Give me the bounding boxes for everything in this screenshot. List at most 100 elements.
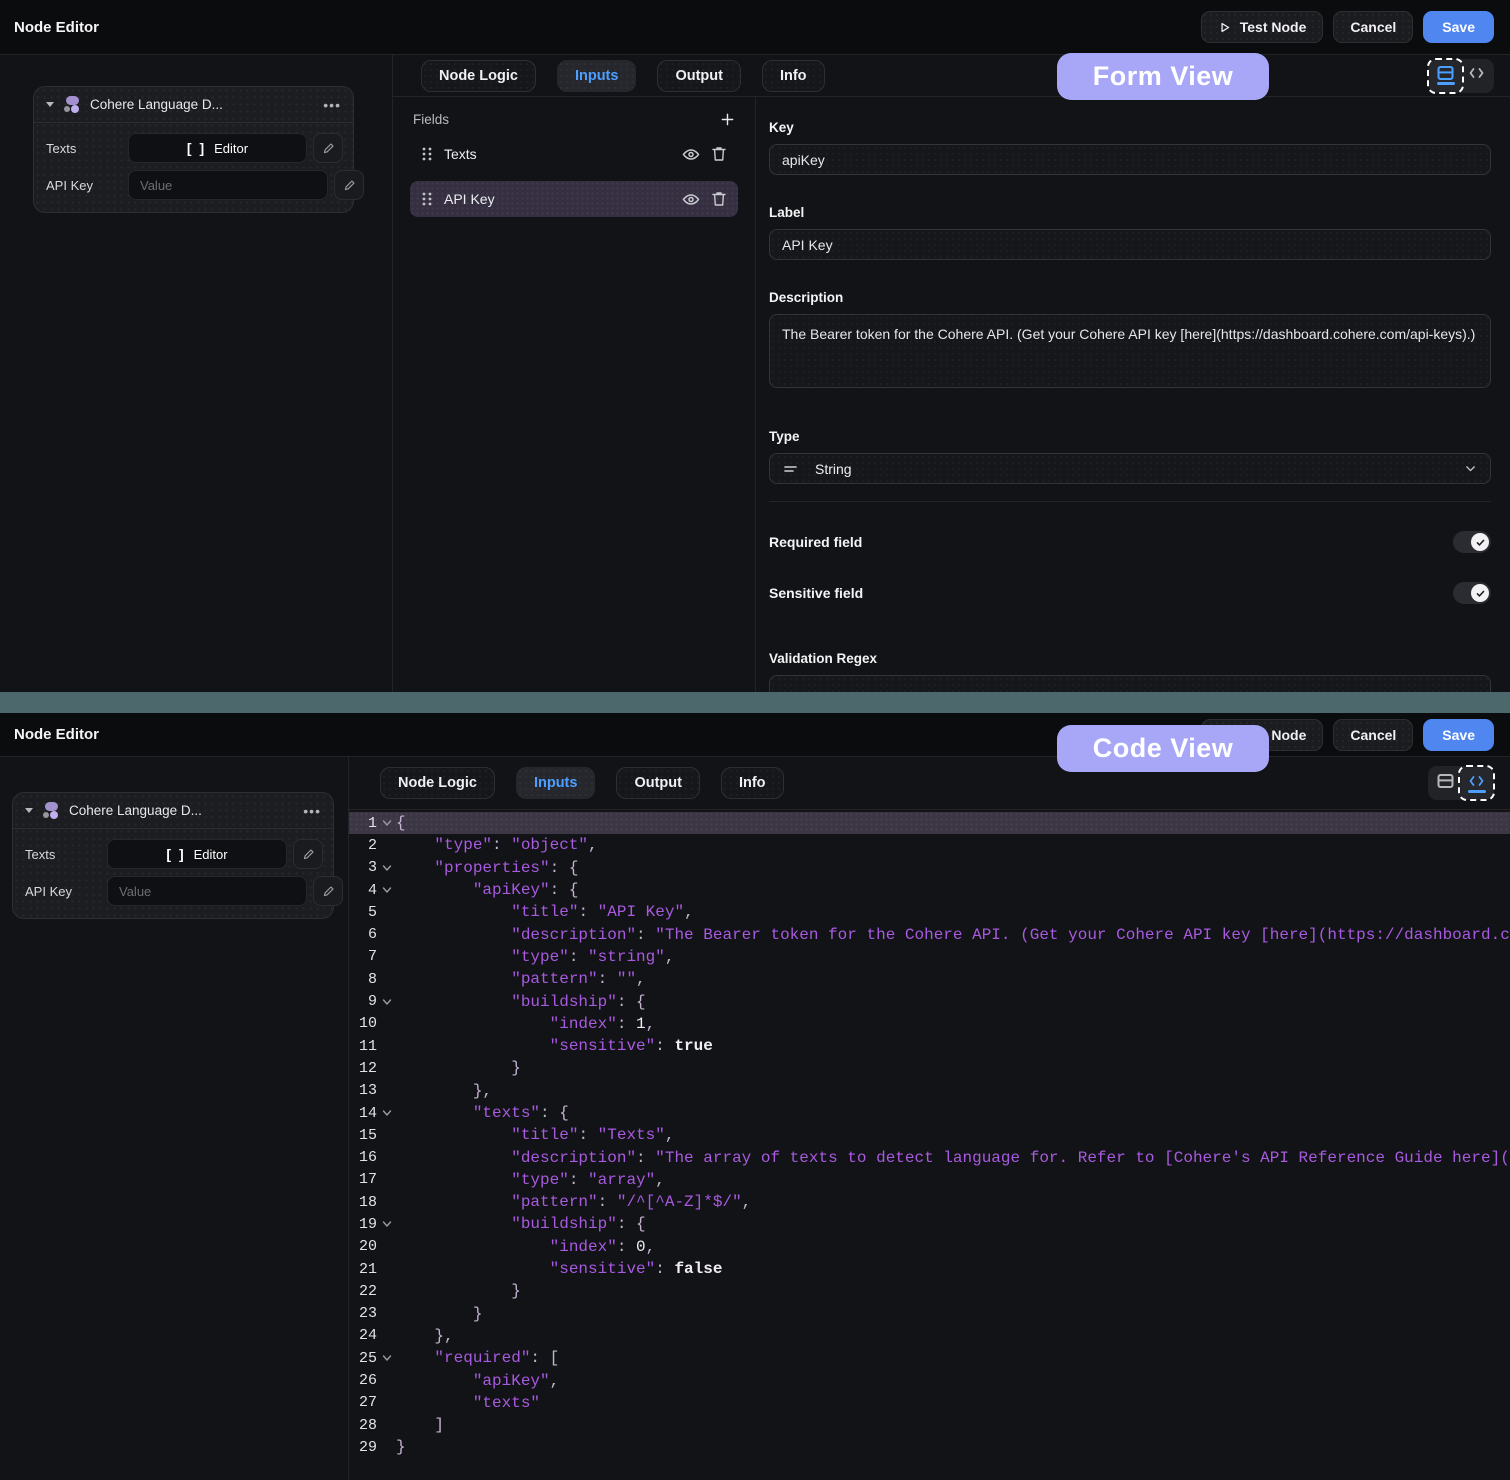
form-view-toggle-button[interactable] bbox=[1430, 61, 1461, 91]
code-line[interactable]: 29} bbox=[349, 1436, 1510, 1458]
form-view-icon bbox=[1437, 66, 1454, 80]
sensitive-field-toggle[interactable] bbox=[1453, 582, 1491, 604]
eye-icon[interactable] bbox=[682, 192, 700, 207]
tab-info[interactable]: Info bbox=[762, 60, 825, 92]
type-select[interactable]: String bbox=[769, 453, 1491, 484]
line-number: 8 bbox=[349, 971, 377, 988]
tab-inputs[interactable]: Inputs bbox=[516, 767, 596, 799]
code-view-toggle-button[interactable] bbox=[1461, 61, 1492, 91]
node-card[interactable]: Cohere Language D...•••Texts[ ]EditorAPI… bbox=[33, 86, 354, 213]
label-input[interactable] bbox=[769, 229, 1491, 260]
fold-chevron-icon[interactable] bbox=[377, 998, 396, 1006]
code-line[interactable]: 24 }, bbox=[349, 1325, 1510, 1347]
cohere-logo-icon bbox=[41, 802, 61, 820]
code-line[interactable]: 4 "apiKey": { bbox=[349, 879, 1510, 901]
node-field-row: Texts[ ]Editor bbox=[46, 133, 343, 163]
code-line[interactable]: 3 "properties": { bbox=[349, 857, 1510, 879]
code-line[interactable]: 10 "index": 1, bbox=[349, 1013, 1510, 1035]
edit-field-button[interactable] bbox=[293, 839, 323, 869]
code-line[interactable]: 18 "pattern": "/^[^A-Z]*$/", bbox=[349, 1191, 1510, 1213]
tab-output[interactable]: Output bbox=[616, 767, 700, 799]
fold-chevron-icon[interactable] bbox=[377, 819, 396, 827]
header: Node Editor Test Node Cancel Save bbox=[0, 0, 1510, 55]
fold-chevron-icon[interactable] bbox=[377, 864, 396, 872]
tab-output[interactable]: Output bbox=[657, 60, 741, 92]
code-line[interactable]: 2 "type": "object", bbox=[349, 834, 1510, 856]
validation-regex-input[interactable] bbox=[769, 675, 1491, 692]
form-view-toggle-button[interactable] bbox=[1430, 768, 1461, 798]
code-line[interactable]: 15 "title": "Texts", bbox=[349, 1124, 1510, 1146]
test-node-button[interactable]: Test Node bbox=[1201, 11, 1324, 43]
fold-chevron-icon[interactable] bbox=[377, 1354, 396, 1362]
description-input[interactable]: The Bearer token for the Cohere API. (Ge… bbox=[769, 314, 1491, 388]
code-line[interactable]: 27 "texts" bbox=[349, 1392, 1510, 1414]
code-line[interactable]: 26 "apiKey", bbox=[349, 1369, 1510, 1391]
code-line[interactable]: 13 }, bbox=[349, 1080, 1510, 1102]
code-line[interactable]: 23 } bbox=[349, 1303, 1510, 1325]
sensitive-field-label: Sensitive field bbox=[769, 585, 863, 601]
cancel-button[interactable]: Cancel bbox=[1333, 11, 1413, 43]
drag-handle-icon[interactable] bbox=[422, 192, 432, 206]
code-view-toggle-button[interactable] bbox=[1461, 768, 1492, 798]
pane-resize-divider[interactable] bbox=[0, 692, 1510, 713]
save-button[interactable]: Save bbox=[1423, 11, 1494, 43]
field-item-label: Texts bbox=[444, 146, 670, 162]
add-field-button[interactable] bbox=[720, 112, 735, 127]
code-line[interactable]: 14 "texts": { bbox=[349, 1102, 1510, 1124]
node-field-row: API Key bbox=[25, 876, 323, 906]
tab-inputs[interactable]: Inputs bbox=[557, 60, 637, 92]
trash-icon[interactable] bbox=[712, 191, 726, 207]
caret-down-icon[interactable] bbox=[25, 808, 33, 813]
eye-icon[interactable] bbox=[682, 147, 700, 162]
line-number: 18 bbox=[349, 1194, 377, 1211]
fold-chevron-icon[interactable] bbox=[377, 886, 396, 894]
code-line[interactable]: 6 "description": "The Bearer token for t… bbox=[349, 923, 1510, 945]
json-code-editor[interactable]: 1{2 "type": "object",3 "properties": {4 … bbox=[349, 810, 1510, 1480]
texts-editor-button[interactable]: [ ]Editor bbox=[107, 839, 287, 869]
code-line[interactable]: 8 "pattern": "", bbox=[349, 968, 1510, 990]
code-line[interactable]: 9 "buildship": { bbox=[349, 990, 1510, 1012]
node-editor-code-view-pane: Node Editor Test Node Cancel Save Cohere… bbox=[0, 713, 1510, 1480]
code-line[interactable]: 5 "title": "API Key", bbox=[349, 901, 1510, 923]
tab-node-logic[interactable]: Node Logic bbox=[380, 767, 495, 799]
edit-field-button[interactable] bbox=[313, 133, 343, 163]
code-line[interactable]: 21 "sensitive": false bbox=[349, 1258, 1510, 1280]
line-number: 9 bbox=[349, 993, 377, 1010]
code-line[interactable]: 22 } bbox=[349, 1280, 1510, 1302]
edit-field-button[interactable] bbox=[334, 170, 364, 200]
code-line[interactable]: 12 } bbox=[349, 1057, 1510, 1079]
edit-field-button[interactable] bbox=[313, 876, 343, 906]
code-line[interactable]: 17 "type": "array", bbox=[349, 1169, 1510, 1191]
field-list-item-api-key[interactable]: API Key bbox=[410, 181, 738, 217]
code-line[interactable]: 19 "buildship": { bbox=[349, 1213, 1510, 1235]
key-input[interactable] bbox=[769, 144, 1491, 175]
texts-editor-button[interactable]: [ ]Editor bbox=[128, 133, 307, 163]
caret-down-icon[interactable] bbox=[46, 102, 54, 107]
fold-chevron-icon[interactable] bbox=[377, 1220, 396, 1228]
ellipsis-menu-icon[interactable]: ••• bbox=[323, 97, 341, 113]
node-field-label: Texts bbox=[46, 141, 128, 156]
api-key-value-input[interactable] bbox=[128, 170, 328, 200]
tab-info[interactable]: Info bbox=[721, 767, 784, 799]
trash-icon[interactable] bbox=[712, 146, 726, 162]
code-line[interactable]: 11 "sensitive": true bbox=[349, 1035, 1510, 1057]
save-button[interactable]: Save bbox=[1423, 719, 1494, 751]
line-number: 7 bbox=[349, 948, 377, 965]
tab-node-logic[interactable]: Node Logic bbox=[421, 60, 536, 92]
code-line[interactable]: 1{ bbox=[349, 812, 1510, 834]
code-line[interactable]: 7 "type": "string", bbox=[349, 946, 1510, 968]
line-number: 13 bbox=[349, 1082, 377, 1099]
code-line[interactable]: 25 "required": [ bbox=[349, 1347, 1510, 1369]
required-field-toggle[interactable] bbox=[1453, 531, 1491, 553]
code-line[interactable]: 28 ] bbox=[349, 1414, 1510, 1436]
ellipsis-menu-icon[interactable]: ••• bbox=[303, 803, 321, 819]
api-key-value-input[interactable] bbox=[107, 876, 307, 906]
drag-handle-icon[interactable] bbox=[422, 147, 432, 161]
code-line[interactable]: 16 "description": "The array of texts to… bbox=[349, 1146, 1510, 1168]
code-line[interactable]: 20 "index": 0, bbox=[349, 1236, 1510, 1258]
line-number: 28 bbox=[349, 1417, 377, 1434]
field-list-item-texts[interactable]: Texts bbox=[410, 136, 738, 172]
fold-chevron-icon[interactable] bbox=[377, 1109, 396, 1117]
node-card[interactable]: Cohere Language D...•••Texts[ ]EditorAPI… bbox=[12, 792, 334, 919]
cancel-button[interactable]: Cancel bbox=[1333, 719, 1413, 751]
